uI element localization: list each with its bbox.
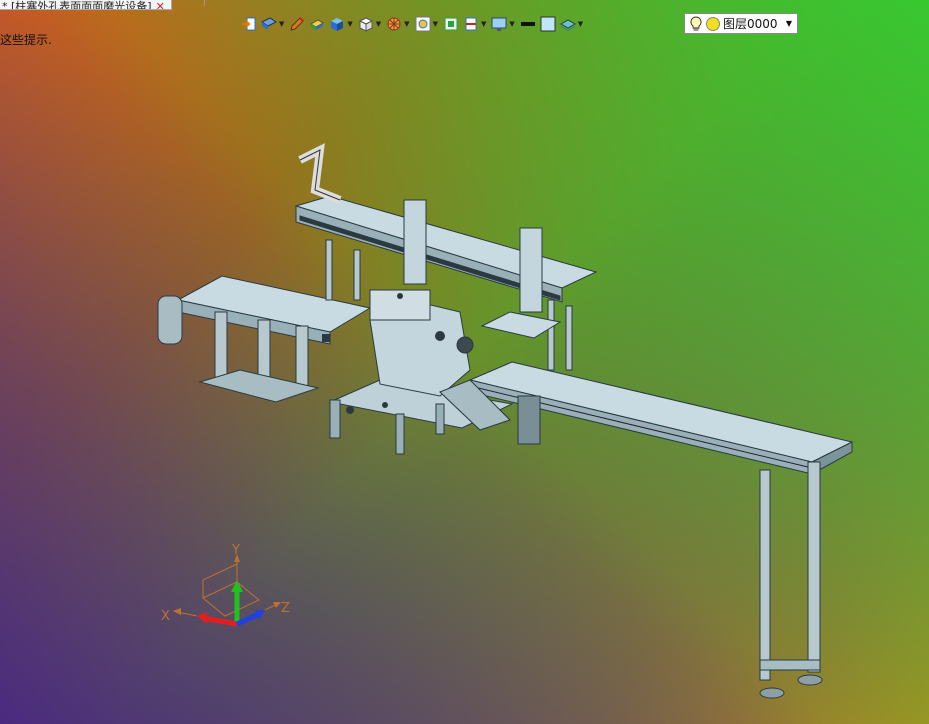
line-style-icon[interactable] bbox=[519, 15, 537, 33]
chevron-down-icon[interactable]: ▼ bbox=[481, 20, 486, 28]
prompt-hint: 这些提示. bbox=[0, 33, 52, 47]
sketch-pen-icon[interactable] bbox=[288, 15, 306, 33]
close-icon[interactable]: ✕ bbox=[156, 1, 165, 9]
section-icon[interactable] bbox=[462, 15, 480, 33]
layer-color-icon[interactable] bbox=[706, 16, 720, 31]
fit-view-icon[interactable] bbox=[442, 15, 460, 33]
view-toolbar: ▼ ▼ ▼ ▼ ▼ ▼ ▼ ▼ bbox=[240, 12, 587, 36]
view-orient-icon[interactable] bbox=[260, 15, 278, 33]
axis-x-label: X bbox=[161, 609, 170, 624]
machine-model[interactable] bbox=[0, 0, 929, 724]
solid-cube-icon[interactable] bbox=[328, 15, 346, 33]
chevron-down-icon[interactable]: ▼ bbox=[376, 20, 381, 28]
document-tab-title: * [柱塞外孔表面面面磨光设备] bbox=[2, 0, 152, 10]
feature-block-icon[interactable] bbox=[308, 15, 326, 33]
chevron-down-icon[interactable]: ▼ bbox=[509, 20, 514, 28]
render-wheel-icon[interactable] bbox=[385, 15, 403, 33]
tab-separator bbox=[204, 0, 205, 6]
chevron-down-icon[interactable]: ▼ bbox=[347, 20, 352, 28]
axis-z-label: Z bbox=[281, 601, 290, 616]
wire-cube-icon[interactable] bbox=[357, 15, 375, 33]
chevron-down-icon[interactable]: ▼ bbox=[578, 20, 583, 28]
display-monitor-icon[interactable] bbox=[490, 15, 508, 33]
axis-triad: Y X Z bbox=[161, 543, 290, 627]
chevron-down-icon[interactable]: ▼ bbox=[404, 20, 409, 28]
view-zoom-icon[interactable] bbox=[414, 15, 432, 33]
lightbulb-icon[interactable] bbox=[689, 15, 703, 32]
3d-viewport[interactable]: * [柱塞外孔表面面面磨光设备] ✕ 这些提示. ▼ ▼ ▼ ▼ ▼ ▼ ▼ ▼… bbox=[0, 0, 929, 724]
layer-select[interactable]: 图层0000 ▼ bbox=[684, 13, 798, 34]
chevron-down-icon[interactable]: ▼ bbox=[433, 20, 438, 28]
chevron-down-icon[interactable]: ▼ bbox=[279, 20, 284, 28]
layer-stack-icon[interactable] bbox=[559, 15, 577, 33]
document-tab[interactable]: * [柱塞外孔表面面面磨光设备] ✕ bbox=[0, 0, 172, 10]
import-icon[interactable] bbox=[240, 15, 258, 33]
axis-y-label: Y bbox=[231, 543, 240, 558]
chevron-down-icon[interactable]: ▼ bbox=[786, 19, 792, 28]
layer-name: 图层0000 bbox=[723, 17, 778, 31]
color-swatch-icon[interactable] bbox=[539, 15, 557, 33]
